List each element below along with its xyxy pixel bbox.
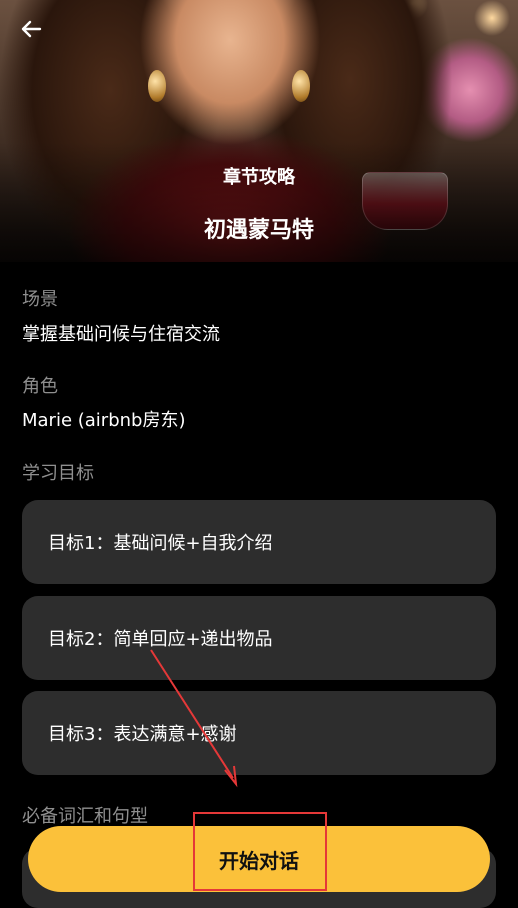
goal-text: 目标1：基础问候+自我介绍 <box>48 533 273 554</box>
goal-text: 目标2：简单回应+递出物品 <box>48 629 273 650</box>
role-label: 角色 <box>22 376 58 397</box>
goal-card-3: 目标3：表达满意+感谢 <box>22 691 496 775</box>
learning-goals-label: 学习目标 <box>22 463 94 484</box>
chapter-title: 初遇蒙马特 <box>203 218 314 243</box>
goal-card-2: 目标2：简单回应+递出物品 <box>22 596 496 680</box>
role-value: Marie (airbnb房东) <box>22 410 186 431</box>
earring-right <box>292 70 310 102</box>
start-conversation-label: 开始对话 <box>219 848 299 873</box>
vocab-section-label: 必备词汇和句型 <box>22 806 148 827</box>
chapter-guide-label: 章节攻略 <box>223 167 295 188</box>
goal-card-1: 目标1：基础问候+自我介绍 <box>22 500 496 584</box>
back-button[interactable] <box>14 12 48 46</box>
scene-label: 场景 <box>22 289 58 310</box>
start-conversation-button[interactable]: 开始对话 <box>28 826 490 892</box>
scene-value: 掌握基础问候与住宿交流 <box>22 324 220 345</box>
arrow-left-icon <box>21 20 42 38</box>
goal-text: 目标3：表达满意+感谢 <box>48 724 237 745</box>
earring-left <box>148 70 166 102</box>
